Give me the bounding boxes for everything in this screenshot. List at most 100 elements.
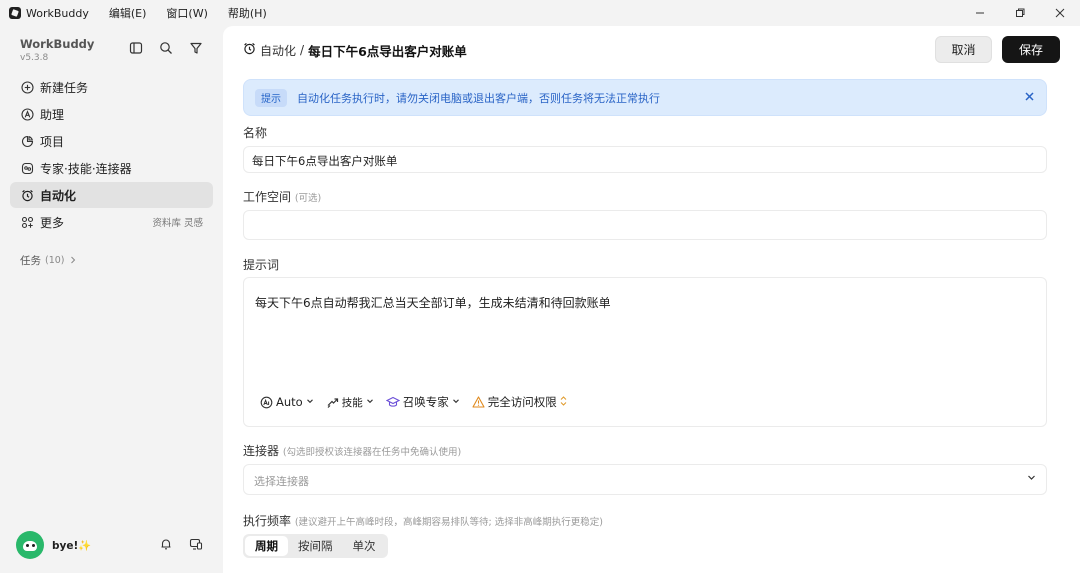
model-icon (260, 396, 273, 409)
menu-window[interactable]: 窗口(W) (166, 5, 207, 21)
page-header: 自动化 / 每日下午6点导出客户对账单 (243, 40, 467, 60)
notice-tag: 提示 (255, 88, 287, 107)
prompt-value: 每天下午6点自动帮我汇总当天全部订单，生成未结清和待回款账单 (255, 296, 611, 310)
skill-icon (326, 396, 339, 409)
name-label: 名称 (243, 124, 267, 141)
bell-icon[interactable] (158, 536, 174, 552)
alarm-clock-icon (20, 188, 34, 202)
app-name: WorkBuddy (26, 6, 89, 20)
connector-hint: (勾选即授权该连接器在任务中免确认使用) (282, 447, 462, 458)
sidebar-item-more[interactable]: 更多 资料库 灵感 (10, 209, 213, 235)
tab-once[interactable]: 单次 (343, 536, 386, 556)
chevron-updown-icon (560, 395, 567, 409)
tab-periodic[interactable]: 周期 (245, 536, 288, 556)
user-name: bye!✨ (52, 539, 92, 552)
workspace-label: 工作空间 (可选) (243, 188, 321, 205)
sidebar-item-project[interactable]: 项目 (10, 128, 213, 154)
connector-select[interactable]: 选择连接器 (243, 464, 1047, 495)
main-panel: 自动化 / 每日下午6点导出客户对账单 取消 保存 提示 自动化任务执行时，请勿… (223, 26, 1080, 573)
notice-text: 自动化任务执行时，请勿关闭电脑或退出客户端，否则任务将无法正常执行 (297, 91, 660, 105)
save-button[interactable]: 保存 (1002, 36, 1060, 63)
close-icon[interactable] (1025, 90, 1034, 104)
search-icon[interactable] (158, 40, 174, 56)
page-title: 每日下午6点导出客户对账单 (308, 43, 467, 59)
plus-circle-icon (20, 80, 34, 94)
sidebar-item-experts[interactable]: 专家·技能·连接器 (10, 155, 213, 181)
connector-placeholder: 选择连接器 (254, 475, 309, 488)
tasks-label: 任务 (20, 255, 41, 267)
tasks-section[interactable]: 任务 (10) (20, 253, 77, 268)
filter-icon[interactable] (188, 40, 204, 56)
sidebar-item-label: 助理 (40, 107, 65, 122)
window-controls (960, 0, 1080, 26)
cancel-button[interactable]: 取消 (935, 36, 992, 63)
sidebar-item-automation[interactable]: 自动化 (10, 182, 213, 208)
experts-select[interactable]: 召唤专家 (385, 394, 460, 410)
minimize-icon[interactable] (960, 0, 1000, 26)
access-label: 完全访问权限 (487, 395, 557, 409)
chevron-down-icon (366, 397, 374, 408)
user-tools (158, 536, 204, 552)
chevron-down-icon (1027, 473, 1036, 485)
sidebar: WorkBuddy v5.3.8 新建任务 助理 项目 专家·技能·连接器 自动… (0, 26, 223, 573)
chevron-right-icon (69, 255, 77, 267)
prompt-label: 提示词 (243, 256, 279, 273)
name-value: 每日下午6点导出客户对账单 (252, 154, 398, 168)
menu-edit[interactable]: 编辑(E) (109, 5, 147, 21)
more-shortcuts[interactable]: 资料库 灵感 (152, 215, 203, 229)
breadcrumb[interactable]: 自动化 (260, 42, 296, 59)
sidebar-item-label: 项目 (40, 134, 65, 149)
sidebar-tools (128, 40, 204, 56)
assistant-icon (20, 107, 34, 121)
restore-icon[interactable] (1000, 0, 1040, 26)
project-icon (20, 134, 34, 148)
connector-label: 连接器 (勾选即授权该连接器在任务中免确认使用) (243, 442, 461, 459)
brand-name: WorkBuddy (20, 37, 95, 51)
brand: WorkBuddy v5.3.8 (20, 37, 94, 63)
prompt-toolbar: Auto 技能 召唤专家 完全访问权限 (260, 394, 579, 410)
expert-icon (20, 161, 34, 175)
sidebar-nav: 新建任务 助理 项目 专家·技能·连接器 自动化 更多 资料库 灵感 (10, 74, 213, 236)
workspace-field[interactable] (243, 210, 1047, 240)
sidebar-item-label: 专家·技能·连接器 (40, 161, 132, 176)
skills-select[interactable]: 技能 (326, 395, 374, 410)
close-icon[interactable] (1040, 0, 1080, 26)
experts-label: 召唤专家 (402, 395, 449, 409)
title-bar: WorkBuddy 编辑(E) 窗口(W) 帮助(H) (0, 0, 1080, 26)
avatar (16, 531, 44, 559)
name-label-text: 名称 (243, 126, 268, 140)
version-label: v5.3.8 (20, 53, 49, 63)
name-field[interactable]: 每日下午6点导出客户对账单 (243, 146, 1047, 173)
prompt-field[interactable]: 每天下午6点自动帮我汇总当天全部订单，生成未结清和待回款账单 Auto 技能 召… (243, 277, 1047, 427)
alarm-clock-icon (243, 42, 256, 58)
sidebar-item-label: 自动化 (40, 188, 77, 203)
chevron-down-icon (452, 397, 460, 408)
model-label: Auto (276, 395, 303, 409)
frequency-label: 执行频率 (建议避开上午高峰时段，高峰期容易排队等待; 选择非高峰期执行更稳定) (243, 512, 603, 529)
connector-label-text: 连接器 (243, 444, 280, 458)
apps-icon (20, 215, 34, 229)
device-icon[interactable] (188, 536, 204, 552)
app-logo-icon (9, 7, 21, 19)
model-select[interactable]: Auto (260, 395, 314, 409)
access-select[interactable]: 完全访问权限 (472, 394, 567, 410)
sidebar-item-new-task[interactable]: 新建任务 (10, 74, 213, 100)
sidebar-item-label: 新建任务 (40, 80, 89, 95)
frequency-label-text: 执行频率 (243, 514, 292, 528)
workspace-hint: (可选) (294, 193, 322, 204)
sidebar-toggle-icon[interactable] (128, 40, 144, 56)
user-profile[interactable]: bye!✨ (16, 531, 91, 559)
menu-help[interactable]: 帮助(H) (228, 5, 267, 21)
frequency-tabs: 周期 按间隔 单次 (243, 534, 388, 558)
tab-interval[interactable]: 按间隔 (288, 536, 343, 556)
notice-banner: 提示 自动化任务执行时，请勿关闭电脑或退出客户端，否则任务将无法正常执行 (243, 79, 1047, 116)
sidebar-item-label: 更多 (40, 215, 65, 230)
warning-icon (472, 396, 485, 408)
tasks-count: (10) (45, 255, 65, 266)
skills-label: 技能 (341, 396, 363, 409)
sidebar-item-assistant[interactable]: 助理 (10, 101, 213, 127)
breadcrumb-separator: / (300, 43, 305, 57)
chevron-down-icon (306, 397, 314, 408)
prompt-label-text: 提示词 (243, 258, 280, 272)
workspace-label-text: 工作空间 (243, 190, 292, 204)
